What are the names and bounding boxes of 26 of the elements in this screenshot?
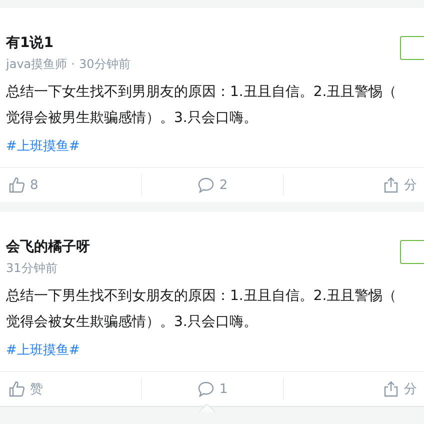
post-text: 总结一下男生找不到女朋友的原因：1.丑且自信。2.丑且警惕（	[6, 287, 398, 306]
thumbs-up-icon	[8, 176, 26, 194]
follow-button[interactable]	[400, 240, 424, 264]
author-name[interactable]: 会飞的橘子呀	[6, 239, 90, 255]
post-text: 总结一下女生找不到男朋友的原因：1.丑且自信。2.丑且警惕（	[6, 83, 398, 102]
comment-button[interactable]: 1	[197, 380, 228, 398]
share-button[interactable]: 分	[382, 380, 417, 398]
topic-link[interactable]: #上班摸鱼#	[6, 139, 80, 154]
like-button[interactable]: 赞	[8, 380, 43, 398]
follow-button[interactable]	[400, 36, 424, 60]
speech-bubble-icon	[197, 380, 216, 398]
share-button[interactable]: 分	[382, 176, 417, 194]
post-meta: 30分钟前	[78, 56, 130, 73]
thumbs-up-icon	[8, 380, 26, 398]
share-icon	[382, 380, 400, 398]
share-icon	[382, 176, 400, 194]
comment-button[interactable]: 2	[197, 176, 228, 194]
post-meta: 31分钟前	[6, 260, 58, 277]
post-text: 觉得会被男生欺骗感情）。3.只会口嗨。	[6, 109, 258, 128]
post-text: 觉得会被女生欺骗感情）。3.只会口嗨。	[6, 313, 258, 332]
post-meta: java摸鱼师	[6, 56, 68, 73]
author-name[interactable]: 有1说1	[6, 35, 54, 51]
speech-bubble-icon	[197, 176, 216, 194]
separator-dot: ·	[71, 56, 75, 73]
topic-link[interactable]: #上班摸鱼#	[6, 343, 80, 358]
like-button[interactable]: 8	[8, 176, 38, 194]
